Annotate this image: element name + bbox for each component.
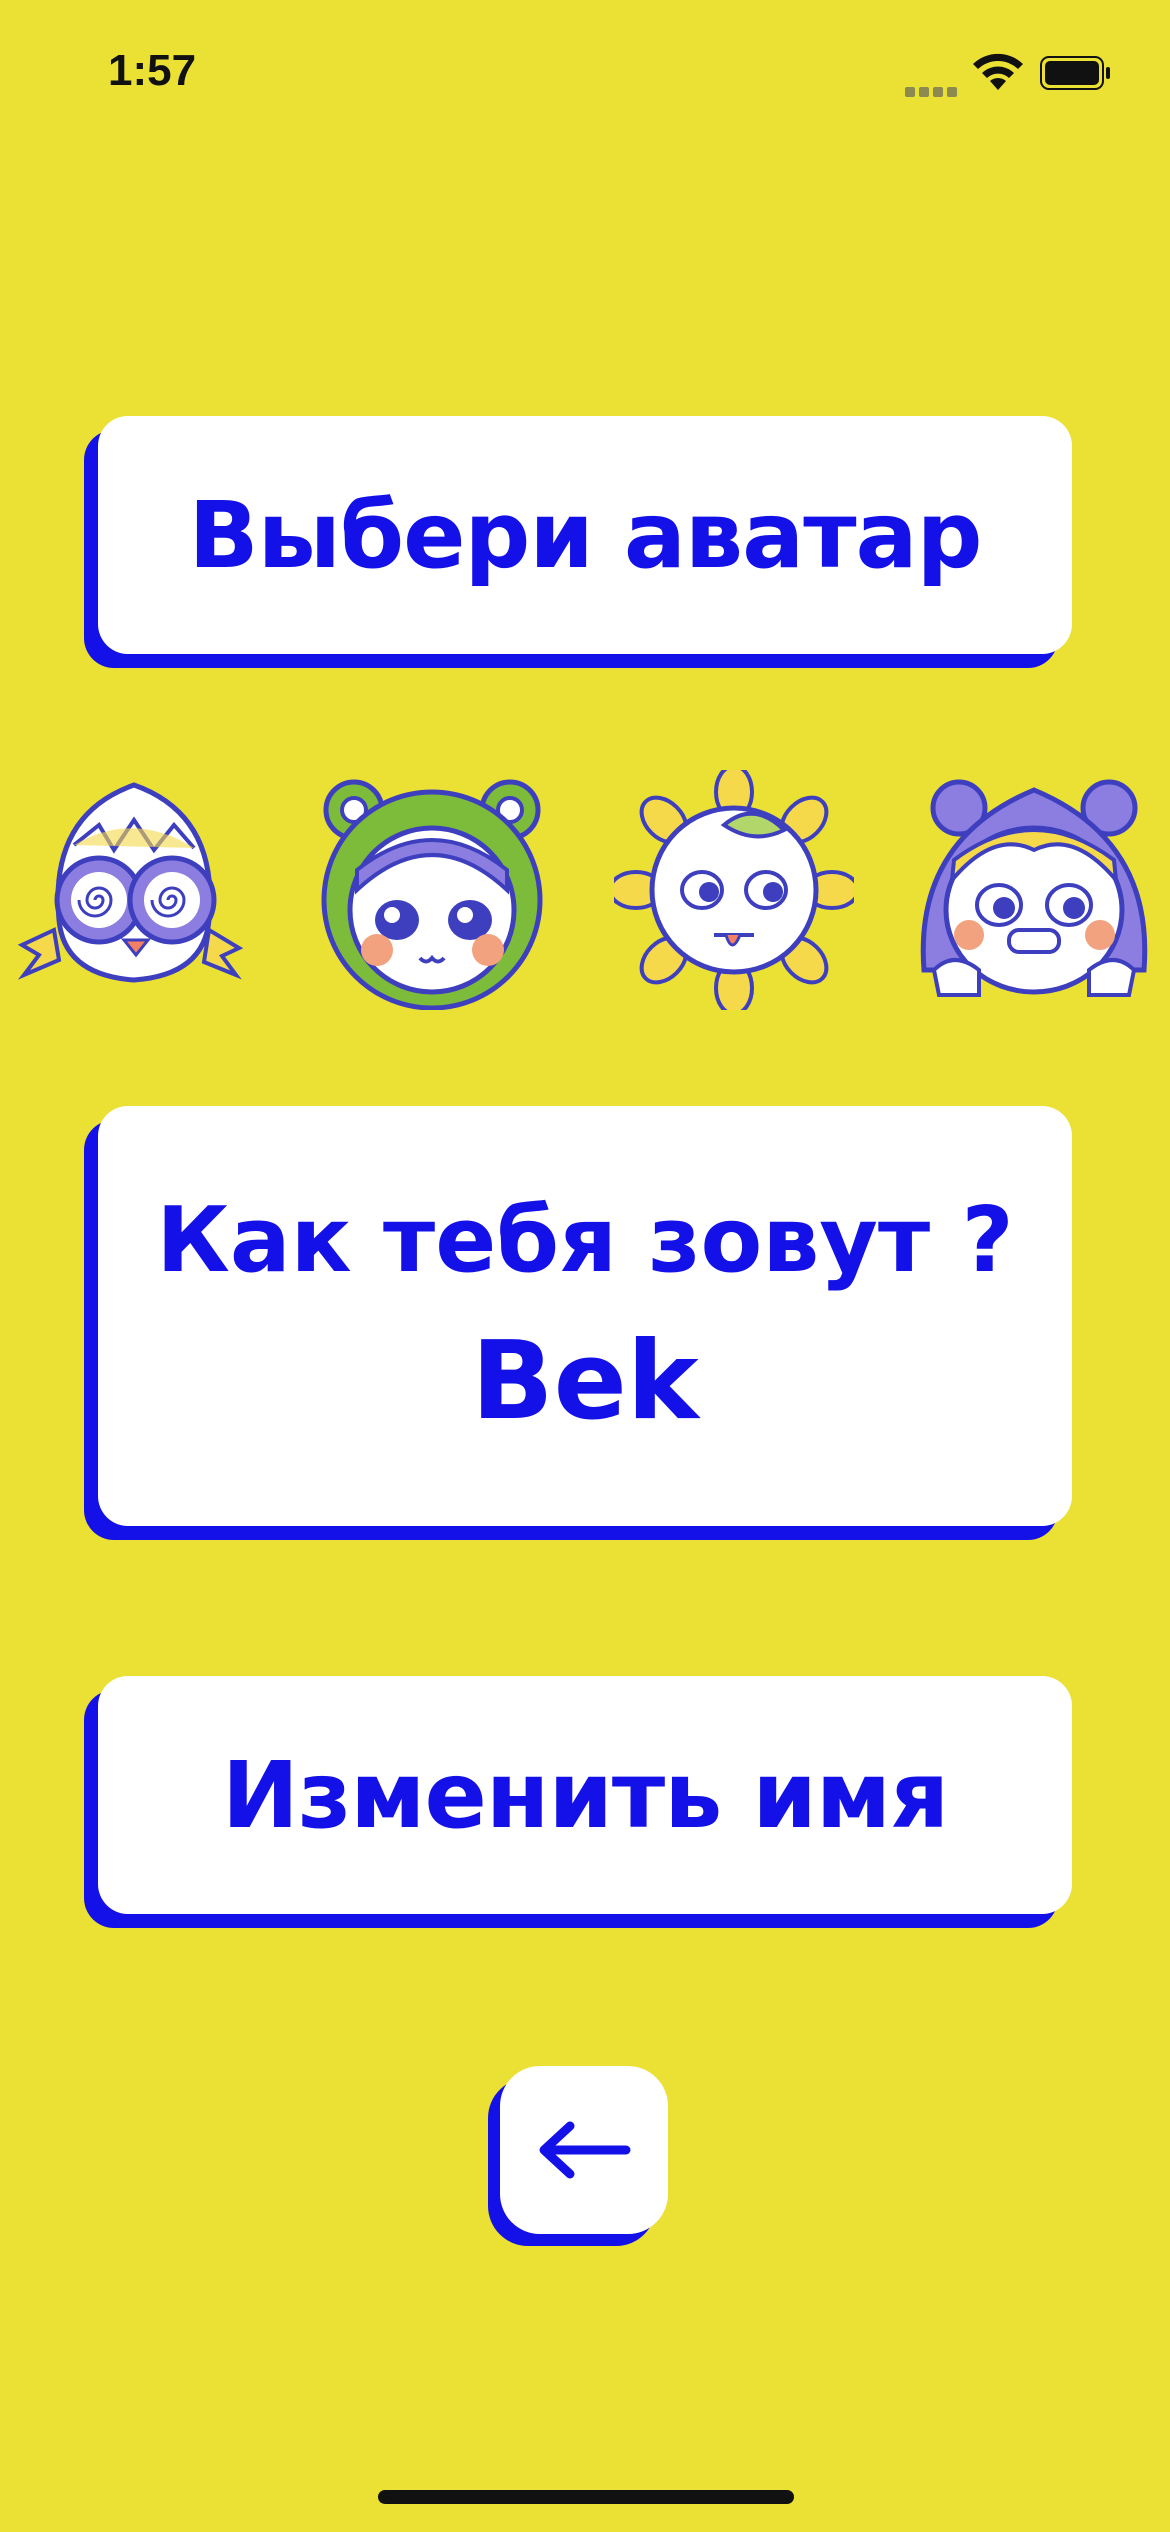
home-indicator[interactable] [378,2490,794,2504]
avatar-list [0,770,1170,1030]
name-question: Как тебя зовут ? [156,1188,1014,1293]
change-name-label: Изменить имя [221,1741,949,1849]
status-bar: 1:57 [0,0,1170,150]
egg-chick-avatar[interactable] [14,770,254,1010]
name-value: Bek [471,1319,699,1444]
battery-icon [1040,56,1110,90]
cellular-signal-icon [905,82,961,97]
bear-hood-avatar[interactable] [914,770,1154,1010]
choose-avatar-button[interactable]: Выбери аватар [98,416,1072,654]
sunflower-avatar[interactable] [614,770,854,1010]
status-time: 1:57 [108,46,197,95]
wifi-icon [973,53,1023,90]
frog-hood-avatar[interactable] [312,770,552,1010]
change-name-button[interactable]: Изменить имя [98,1676,1072,1914]
choose-avatar-label: Выбери аватар [188,481,983,589]
back-button[interactable] [500,2066,668,2234]
name-card: Как тебя зовут ? Bek [98,1106,1072,1526]
arrow-left-icon [539,2121,631,2179]
